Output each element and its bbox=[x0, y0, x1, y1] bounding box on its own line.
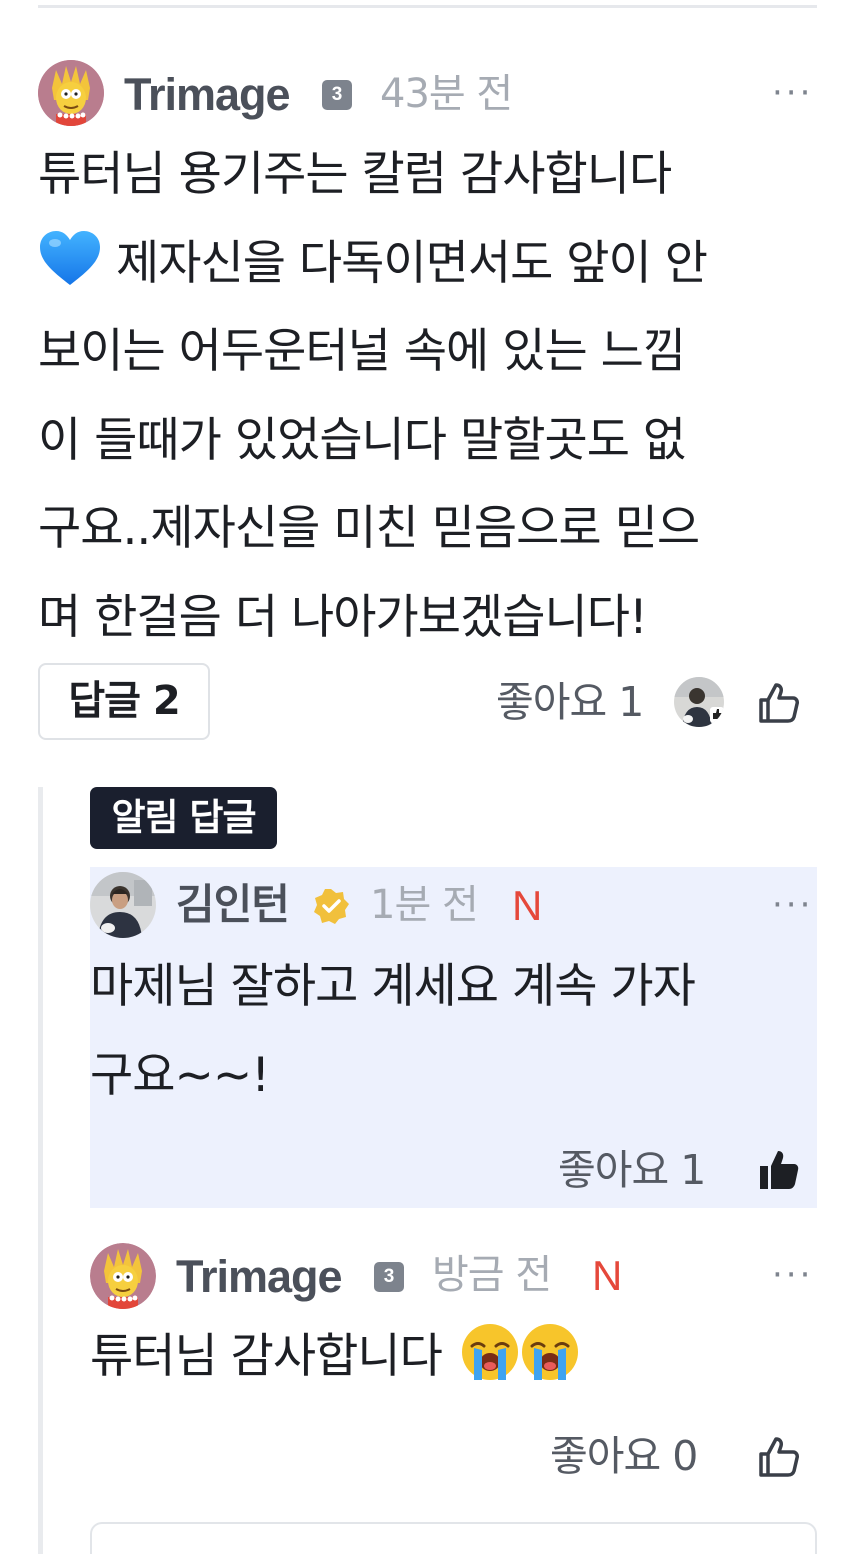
reply-line: 구요~~! bbox=[90, 1047, 270, 1103]
comment-time: 43분 전 bbox=[380, 71, 513, 117]
like-count[interactable]: 좋아요 1 bbox=[496, 682, 644, 723]
reply-author[interactable]: Trimage bbox=[176, 1254, 343, 1299]
reply-text: 튜터님 감사합니다 bbox=[90, 1329, 443, 1384]
comment-line: 구요..제자신을 미친 믿음으로 믿으 bbox=[38, 501, 700, 556]
comment-author[interactable]: Trimage bbox=[124, 72, 291, 117]
reply-line: 튜터님 감사합니다 bbox=[90, 1313, 580, 1402]
reply-author[interactable]: 김인턴 bbox=[176, 884, 290, 926]
top-divider bbox=[38, 5, 817, 8]
new-badge: N bbox=[592, 1252, 623, 1299]
avatar[interactable] bbox=[90, 1243, 156, 1309]
reply-body: 마제님 잘하고 계세요 계속 가자 구요~~! bbox=[90, 943, 696, 1120]
loudly-crying-face-icon bbox=[460, 1322, 520, 1382]
comment-line-with-heart: 제자신을 다독이면서도 앞이 안 bbox=[38, 220, 708, 309]
level-badge: 3 bbox=[374, 1262, 404, 1292]
comment-line-text: 제자신을 다독이면서도 앞이 안 bbox=[116, 235, 708, 291]
more-options-button[interactable]: ··· bbox=[772, 888, 813, 922]
comment-body: 튜터님 용기주는 칼럼 감사합니다 제자신을 다독이면서도 앞이 안 보이는 어… bbox=[38, 131, 708, 662]
comment-line: 이 들때가 있었습니다 말할곳도 없 bbox=[38, 412, 686, 468]
reply-body: 튜터님 감사합니다 bbox=[90, 1313, 580, 1402]
verified-badge-icon bbox=[312, 887, 350, 925]
new-badge: N bbox=[512, 882, 543, 929]
notice-reply-tag: 알림 답글 bbox=[90, 787, 277, 849]
reply-count-button[interactable]: 답글 2 bbox=[38, 663, 210, 740]
thumbs-up-filled-icon[interactable] bbox=[757, 1148, 801, 1192]
comment-line: 며 한걸음 더 나아가보겠습니다! bbox=[38, 589, 648, 645]
like-count[interactable]: 좋아요 1 bbox=[558, 1150, 706, 1191]
reply-time: 1분 전 bbox=[370, 882, 479, 928]
liker-avatar bbox=[674, 677, 724, 727]
thumbs-up-icon[interactable] bbox=[757, 681, 801, 725]
reply-time: 방금 전 bbox=[432, 1252, 552, 1298]
level-badge: 3 bbox=[322, 80, 352, 110]
avatar[interactable] bbox=[38, 60, 104, 126]
comment-line: 튜터님 용기주는 칼럼 감사합니다 bbox=[38, 147, 672, 202]
reply-line: 마제님 잘하고 계세요 계속 가자 bbox=[90, 959, 696, 1014]
more-options-button[interactable]: ··· bbox=[772, 76, 813, 110]
reply-input-box[interactable] bbox=[90, 1522, 817, 1554]
thumbs-up-icon[interactable] bbox=[757, 1435, 801, 1479]
comment-line: 보이는 어두운터널 속에 있는 느낌 bbox=[38, 324, 686, 379]
avatar[interactable] bbox=[90, 872, 156, 938]
more-options-button[interactable]: ··· bbox=[772, 1258, 813, 1292]
loudly-crying-face-icon bbox=[520, 1322, 580, 1382]
reply-thread-bar bbox=[38, 787, 43, 1554]
like-count[interactable]: 좋아요 0 bbox=[550, 1436, 698, 1477]
blue-heart-icon bbox=[38, 229, 102, 287]
